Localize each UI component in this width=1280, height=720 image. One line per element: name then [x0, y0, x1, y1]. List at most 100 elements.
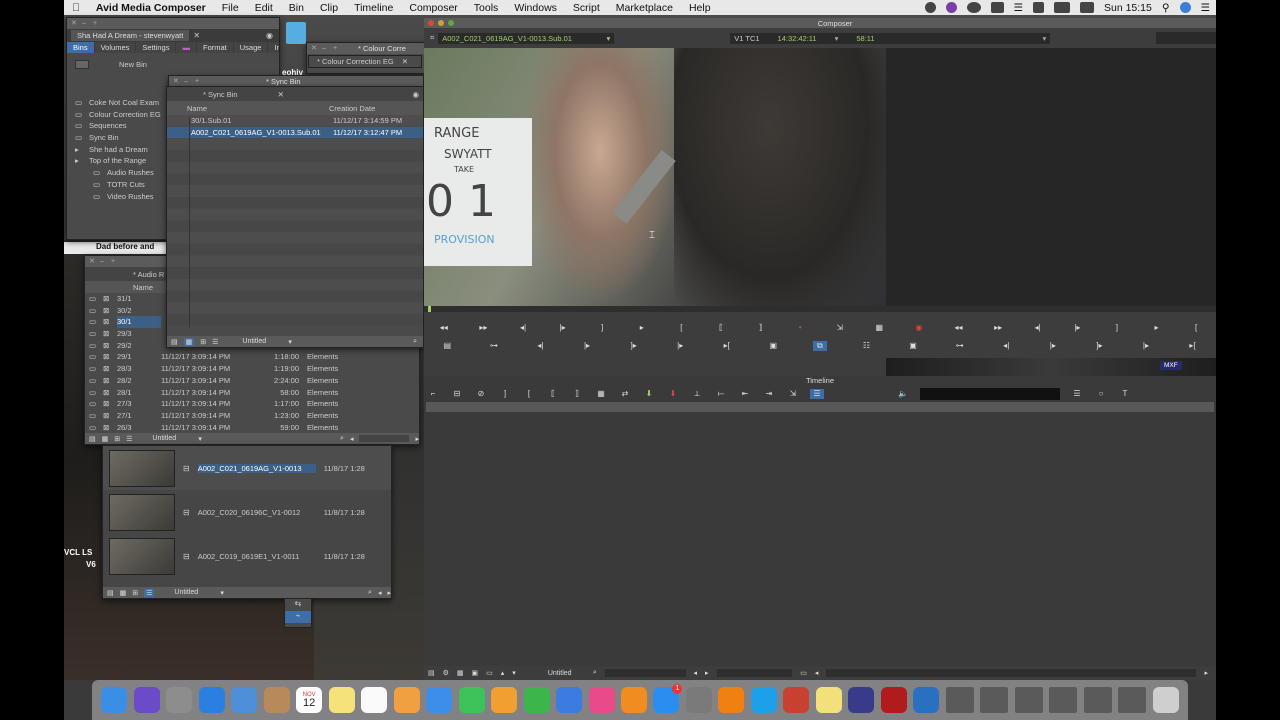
- mixer-icon[interactable]: ☷: [859, 341, 873, 351]
- rec-step-forward-icon[interactable]: |▸: [1070, 323, 1084, 333]
- pages-icon[interactable]: [491, 687, 518, 713]
- header-creation-date[interactable]: Creation Date: [329, 104, 375, 113]
- row-checkbox-icon[interactable]: ▭: [89, 422, 103, 434]
- zoom-icon[interactable]: +: [93, 20, 99, 27]
- menu-marketplace[interactable]: Marketplace: [608, 2, 681, 14]
- title-tool-icon[interactable]: T: [1118, 389, 1132, 399]
- go-next-edit-icon[interactable]: |▸: [580, 341, 594, 351]
- menu-clip[interactable]: Clip: [312, 2, 346, 14]
- scroll-left-icon[interactable]: ◂: [378, 589, 382, 597]
- rec-next-edit-icon[interactable]: |▸: [1046, 341, 1060, 351]
- row-checkbox-icon[interactable]: ▭: [89, 316, 103, 328]
- window-thumb-icon[interactable]: [1049, 687, 1078, 713]
- rec-rewind-icon[interactable]: ◂◂: [952, 323, 966, 333]
- rec-prev-edit-icon[interactable]: ◂|: [999, 341, 1013, 351]
- record-icon[interactable]: ◉: [912, 323, 926, 333]
- menu-windows[interactable]: Windows: [506, 2, 565, 14]
- finder-icon[interactable]: [101, 687, 128, 713]
- table-row[interactable]: 30/1.Sub.01 11/12/17 3:14:59 PM: [167, 115, 423, 127]
- zoom-icon[interactable]: [448, 20, 454, 26]
- notification-center-icon[interactable]: ☰: [1201, 2, 1210, 14]
- list-item[interactable]: ⊟ A002_C019_0619E1_V1-0011 11/8/17 1:28: [103, 534, 391, 578]
- row-checkbox-icon[interactable]: ▭: [89, 398, 103, 410]
- stickies-icon[interactable]: [815, 687, 842, 713]
- fast-menu-icon[interactable]: ▤: [171, 338, 178, 346]
- window-thumb-icon[interactable]: [945, 687, 974, 713]
- go-to-in-icon[interactable]: |▸: [673, 341, 687, 351]
- splice-in-icon[interactable]: ⬇: [642, 389, 656, 399]
- tab-settings[interactable]: Settings: [136, 41, 176, 53]
- close-icon[interactable]: ✕: [89, 258, 95, 265]
- extract-icon[interactable]: ⊟: [450, 389, 464, 399]
- acrobat-icon[interactable]: [880, 687, 907, 713]
- minimize-icon[interactable]: –: [184, 78, 190, 85]
- menu-help[interactable]: Help: [681, 2, 719, 14]
- timeline-menu-icon[interactable]: ☰: [1070, 389, 1084, 399]
- view-dropdown-icon[interactable]: ▾: [288, 338, 292, 346]
- safari-icon[interactable]: [198, 687, 225, 713]
- window-thumb-icon[interactable]: [1014, 687, 1043, 713]
- siri-icon[interactable]: [133, 687, 160, 713]
- minimize-icon[interactable]: –: [82, 20, 88, 27]
- mark-out-icon[interactable]: ]: [498, 389, 512, 399]
- position-bar[interactable]: [424, 306, 1216, 312]
- tab-format[interactable]: Format: [196, 41, 233, 53]
- calendar-icon[interactable]: NOV 12: [296, 687, 323, 713]
- link-icon[interactable]: ⇆: [285, 599, 311, 611]
- row-checkbox-icon[interactable]: ▭: [89, 375, 103, 387]
- overwrite-icon[interactable]: ⬇: [666, 389, 680, 399]
- grid-icon[interactable]: ▦: [872, 323, 886, 333]
- clip-thumbnail[interactable]: [109, 537, 175, 575]
- user-avatar-icon[interactable]: [1179, 2, 1191, 13]
- replace-icon[interactable]: ⇄: [618, 389, 632, 399]
- system-preferences-icon[interactable]: [685, 687, 712, 713]
- battery-icon[interactable]: [1053, 2, 1070, 13]
- row-checkbox-icon[interactable]: ▭: [89, 328, 103, 340]
- rec-go-in-icon[interactable]: ]▸: [1092, 341, 1106, 351]
- app-menu[interactable]: Avid Media Composer: [88, 2, 214, 14]
- effect-icon[interactable]: ▣: [906, 341, 920, 351]
- trim-left-icon[interactable]: ⟝: [714, 389, 728, 399]
- spotlight-search-icon[interactable]: ⚲: [1162, 2, 1170, 14]
- tab-volumes[interactable]: Volumes: [94, 41, 136, 53]
- scroll-left-icon[interactable]: ◂: [350, 435, 354, 443]
- close-tab-icon[interactable]: ✕: [193, 31, 200, 40]
- pin-icon[interactable]: ⌗: [430, 33, 434, 43]
- text-view-icon[interactable]: ☰: [144, 588, 155, 597]
- window-thumb-icon[interactable]: [1083, 687, 1112, 713]
- bin-menu-icon[interactable]: ◉: [412, 90, 419, 99]
- clip-thumbnail[interactable]: [109, 493, 175, 531]
- appstore-icon[interactable]: 1: [653, 684, 683, 713]
- row-checkbox-icon[interactable]: ▭: [89, 340, 103, 352]
- horizontal-scrollbar[interactable]: [359, 435, 410, 442]
- grid-icon[interactable]: ▦: [457, 669, 464, 677]
- timeline-view-select[interactable]: Untitled: [548, 670, 585, 677]
- text-view-icon[interactable]: ☰: [212, 338, 218, 346]
- search-icon[interactable]: ⌕: [593, 669, 597, 677]
- tab-bins[interactable]: Bins: [67, 41, 94, 53]
- table-row[interactable]: ▭ ⊠ 28/1 11/12/17 3:09:14 PM 58:00 Elements: [89, 387, 419, 399]
- play-icon[interactable]: ▸: [635, 323, 649, 333]
- rec-step-back-icon[interactable]: ◂|: [1031, 323, 1045, 333]
- project-tab[interactable]: Sha Had A Dream - stevenwyatt: [71, 29, 190, 41]
- messages-icon[interactable]: [458, 687, 485, 713]
- script-view-icon[interactable]: ⊞: [114, 435, 120, 443]
- step-back-icon[interactable]: ◂|: [516, 323, 530, 333]
- source-clip-menu[interactable]: A002_C021_0619AG_V1-0013.Sub.01 ▾: [438, 32, 615, 44]
- airplay-icon[interactable]: [990, 2, 1004, 13]
- quicktime-icon[interactable]: [913, 687, 940, 713]
- mark-clip-icon[interactable]: ⟦: [546, 389, 560, 399]
- row-checkbox-icon[interactable]: ▭: [89, 305, 103, 317]
- mark-in-icon[interactable]: [: [522, 389, 536, 399]
- zoom-icon[interactable]: ▭: [800, 669, 807, 677]
- launchpad-icon[interactable]: [166, 687, 193, 713]
- zoom-icon[interactable]: +: [333, 45, 339, 52]
- view-dropdown-icon[interactable]: ▾: [198, 435, 202, 443]
- minimize-icon[interactable]: [438, 20, 444, 26]
- mail-icon[interactable]: [426, 687, 453, 713]
- rec-play-in-out-icon[interactable]: ▸[: [1186, 341, 1200, 351]
- rewind-icon[interactable]: ◂◂: [437, 323, 451, 333]
- menu-edit[interactable]: Edit: [247, 2, 281, 14]
- close-icon[interactable]: ✕: [173, 78, 179, 85]
- scroll-left-icon[interactable]: ◂: [694, 669, 698, 677]
